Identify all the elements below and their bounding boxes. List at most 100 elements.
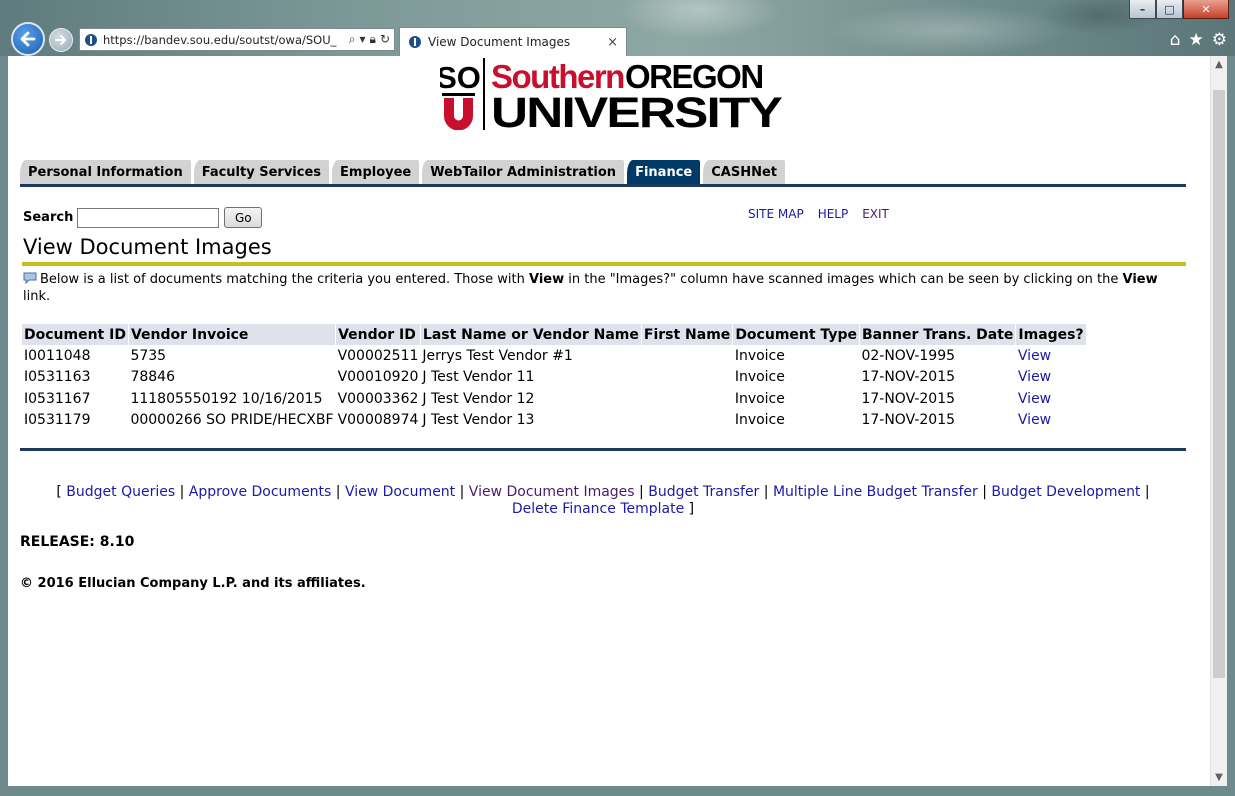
vendor-name: J Test Vendor 11	[422, 369, 535, 386]
vendor-name: Jerrys Test Vendor #1	[422, 347, 573, 364]
tab-faculty-services[interactable]: Faculty Services	[193, 160, 330, 184]
footer-nav-links: [ Budget Queries | Approve Documents | V…	[56, 484, 1150, 517]
forward-button[interactable]	[49, 28, 73, 52]
vendor-invoice: 111805550192 10/16/2015	[130, 390, 323, 407]
view-image-link[interactable]: View	[1016, 388, 1086, 410]
document-type: Invoice	[734, 412, 785, 429]
favorites-star-icon[interactable]: ★	[1189, 30, 1204, 50]
documents-table: Document ID Vendor Invoice Vendor ID Las…	[22, 324, 1087, 431]
minimize-button[interactable]: –	[1129, 0, 1156, 19]
col-vendor-id: Vendor ID	[335, 324, 421, 345]
back-arrow-icon	[20, 31, 36, 47]
home-icon[interactable]: ⌂	[1170, 30, 1181, 50]
browser-chrome: – □ ✕ https://bandev.sou.edu/soutst/owa/…	[0, 0, 1235, 56]
svg-text:SO: SO	[440, 60, 481, 95]
document-id: I0011048	[24, 347, 91, 364]
utility-links: SITE MAP HELP EXIT	[748, 207, 889, 221]
page-viewport: SO U Southern OREGON UNIVERSITY Personal…	[8, 56, 1227, 786]
info-speech-bubble-icon	[23, 272, 37, 284]
tab-close-icon[interactable]: ×	[607, 35, 626, 50]
table-row: I0011048 5735 V00002511 Jerrys Test Vend…	[22, 345, 1086, 367]
table-header-row: Document ID Vendor Invoice Vendor ID Las…	[22, 324, 1087, 345]
help-link[interactable]: HELP	[818, 207, 849, 221]
view-image-link[interactable]: View	[1016, 367, 1086, 389]
back-button[interactable]	[11, 22, 45, 56]
budget-queries-link[interactable]: Budget Queries	[66, 484, 175, 500]
vendor-invoice: 5735	[130, 347, 167, 364]
budget-development-link[interactable]: Budget Development	[991, 484, 1140, 500]
tab-favicon-icon	[409, 36, 421, 48]
browser-tab[interactable]: View Document Images ×	[399, 27, 627, 56]
col-vendor-name: Last Name or Vendor Name	[420, 324, 642, 345]
window-controls: – □ ✕	[1129, 0, 1229, 19]
vendor-name: J Test Vendor 13	[422, 412, 535, 429]
tabs-divider	[20, 184, 1186, 187]
view-document-link[interactable]: View Document	[345, 484, 455, 500]
col-vendor-invoice: Vendor Invoice	[128, 324, 337, 345]
trans-date: 17-NOV-2015	[861, 412, 956, 429]
tab-cashnet[interactable]: CASHNet	[703, 160, 785, 184]
first-name	[641, 345, 732, 367]
site-favicon-icon	[85, 33, 97, 46]
scroll-down-arrow-icon[interactable]: ▼	[1211, 769, 1227, 786]
exit-link[interactable]: EXIT	[862, 207, 889, 221]
tab-employee[interactable]: Employee	[332, 160, 420, 184]
document-type: Invoice	[734, 369, 785, 386]
vendor-name: J Test Vendor 12	[422, 390, 535, 407]
first-name	[641, 388, 732, 410]
close-window-button[interactable]: ✕	[1183, 0, 1229, 19]
col-images: Images?	[1015, 324, 1087, 345]
tab-title: View Document Images	[428, 35, 571, 49]
tab-finance[interactable]: Finance	[627, 160, 701, 184]
col-first-name: First Name	[641, 324, 734, 345]
document-type: Invoice	[734, 347, 785, 364]
table-row: I0531167 111805550192 10/16/2015 V000033…	[22, 388, 1086, 410]
title-divider	[22, 262, 1186, 266]
approve-documents-link[interactable]: Approve Documents	[189, 484, 332, 500]
col-document-type: Document Type	[732, 324, 860, 345]
settings-gear-icon[interactable]: ⚙	[1212, 30, 1227, 50]
address-bar[interactable]: https://bandev.sou.edu/soutst/owa/SOU_ ⌕…	[79, 28, 395, 51]
page-title: View Document Images	[23, 235, 272, 259]
budget-transfer-link[interactable]: Budget Transfer	[648, 484, 759, 500]
first-name	[641, 410, 732, 432]
search-area: Search Go	[23, 207, 263, 228]
go-button[interactable]: Go	[224, 207, 263, 228]
document-id: I0531163	[24, 369, 91, 386]
search-icon[interactable]: ⌕	[349, 32, 356, 47]
copyright-notice: © 2016 Ellucian Company L.P. and its aff…	[20, 576, 366, 591]
footer-divider	[20, 448, 1186, 451]
info-message: Below is a list of documents matching th…	[23, 272, 1158, 304]
forward-arrow-icon	[55, 35, 66, 45]
release-version: RELEASE: 8.10	[20, 534, 135, 550]
tab-personal-information[interactable]: Personal Information	[20, 160, 191, 184]
main-nav-tabs: Personal Information Faculty Services Em…	[20, 160, 788, 184]
vertical-scrollbar[interactable]: ▲ ▼	[1210, 56, 1227, 786]
dropdown-icon[interactable]: ▾	[360, 32, 366, 47]
url-text[interactable]: https://bandev.sou.edu/soutst/owa/SOU_	[103, 33, 349, 47]
vendor-id: V00008974	[337, 412, 419, 429]
site-map-link[interactable]: SITE MAP	[748, 207, 804, 221]
first-name	[641, 367, 732, 389]
vendor-invoice: 00000266 SO PRIDE/HECXBF	[130, 412, 334, 429]
trans-date: 17-NOV-2015	[861, 390, 956, 407]
tab-webtailor-administration[interactable]: WebTailor Administration	[422, 160, 625, 184]
search-label: Search	[23, 210, 74, 225]
lock-icon[interactable]: 🔒︎	[370, 32, 376, 47]
svg-text:UNIVERSITY: UNIVERSITY	[491, 89, 782, 130]
refresh-icon[interactable]: ↻	[380, 32, 390, 47]
view-image-link[interactable]: View	[1016, 410, 1086, 432]
window-frame-bottom	[0, 786, 1235, 796]
maximize-button[interactable]: □	[1156, 0, 1183, 19]
vendor-id: V00010920	[337, 369, 419, 386]
view-image-link[interactable]: View	[1016, 345, 1086, 367]
trans-date: 02-NOV-1995	[861, 347, 956, 364]
table-row: I0531179 00000266 SO PRIDE/HECXBF V00008…	[22, 410, 1086, 432]
col-trans-date: Banner Trans. Date	[859, 324, 1017, 345]
scrollbar-thumb[interactable]	[1213, 90, 1225, 678]
delete-finance-template-link[interactable]: Delete Finance Template	[512, 501, 684, 517]
view-document-images-link[interactable]: View Document Images	[469, 484, 635, 500]
search-input[interactable]	[77, 207, 220, 228]
scroll-up-arrow-icon[interactable]: ▲	[1211, 56, 1227, 73]
multiple-line-budget-transfer-link[interactable]: Multiple Line Budget Transfer	[773, 484, 978, 500]
